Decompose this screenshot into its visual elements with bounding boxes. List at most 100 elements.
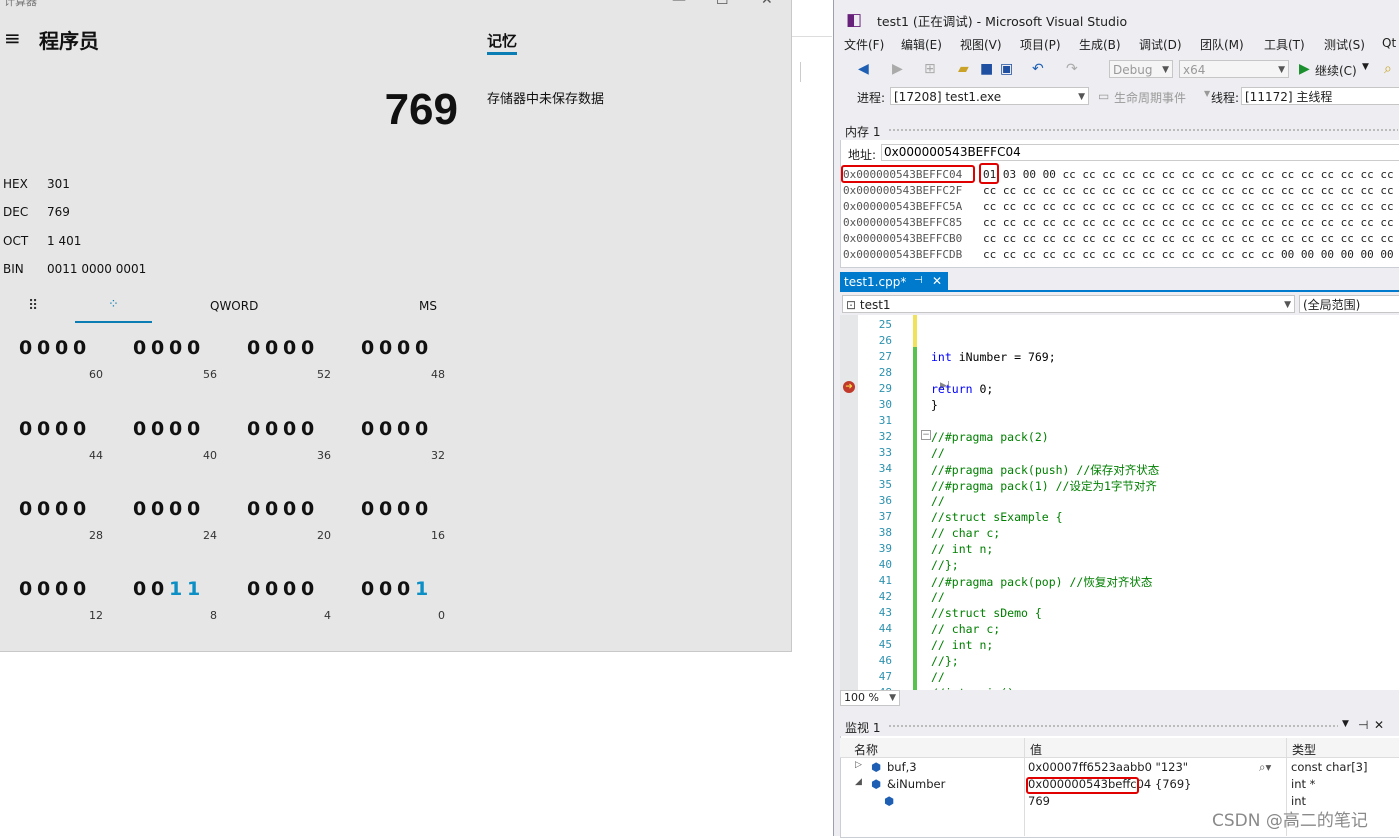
memory-row[interactable]: 0x000000543BEFFC85 cc cc cc cc cc cc cc c… <box>843 216 1394 229</box>
code-line[interactable]: //}; <box>931 654 959 668</box>
bit-toggle[interactable]: 0 <box>361 578 379 600</box>
collapse-icon[interactable]: ◢ <box>855 777 862 787</box>
bit-toggle[interactable]: 0 <box>283 578 301 600</box>
menu-edit[interactable]: 编辑(E) <box>901 36 942 53</box>
bit-toggle[interactable]: 0 <box>361 498 379 520</box>
bit-toggle[interactable]: 0 <box>247 418 265 440</box>
redo-icon[interactable]: ↷ <box>1066 61 1078 77</box>
bit-toggle[interactable]: 0 <box>55 418 73 440</box>
code-line[interactable]: //}; <box>931 558 959 572</box>
solution-config-select[interactable]: Debug ▼ <box>1109 60 1173 78</box>
hamburger-icon[interactable]: ≡ <box>4 28 21 48</box>
code-editor[interactable] <box>840 315 1399 690</box>
code-line[interactable]: // <box>931 446 945 460</box>
bit-toggle[interactable]: 0 <box>283 498 301 520</box>
menu-file[interactable]: 文件(F) <box>844 36 884 53</box>
code-line[interactable]: //#pragma pack(2) <box>931 430 1049 444</box>
code-line[interactable]: //#pragma pack(1) //设定为1字节对齐 <box>931 478 1157 494</box>
bit-toggle[interactable]: 0 <box>361 418 379 440</box>
bit-toggle[interactable]: 0 <box>265 578 283 600</box>
memory-address-input[interactable]: 0x000000543BEFFC04 <box>881 144 1399 161</box>
editor-scope-select[interactable]: (全局范围) <box>1299 295 1399 313</box>
bit-toggle[interactable]: 0 <box>133 337 151 359</box>
code-line[interactable]: // char c; <box>931 526 1000 540</box>
keypad-icon[interactable]: ⠿ <box>28 298 38 314</box>
bit-toggle[interactable]: 0 <box>361 337 379 359</box>
editor-project-nav-select[interactable]: ⊡ test1 ▼ <box>842 295 1295 313</box>
bit-toggle[interactable]: 0 <box>19 578 37 600</box>
forward-icon[interactable]: ▶ <box>892 61 903 77</box>
menu-build[interactable]: 生成(B) <box>1079 36 1121 53</box>
bit-toggle[interactable]: 0 <box>415 337 433 359</box>
watch-row[interactable]: ▷ ⬢ buf,3 0x00007ff6523aabb0 "123" ⌕▾ co… <box>834 760 1399 777</box>
bit-toggle[interactable]: 0 <box>151 578 169 600</box>
chevron-down-icon[interactable]: ▼ <box>1362 62 1369 72</box>
code-line[interactable]: int iNumber = 769; <box>931 350 1056 364</box>
bit-toggle-icon[interactable]: ⁘ <box>108 297 119 312</box>
code-line[interactable]: //struct sDemo { <box>931 606 1042 620</box>
bit-toggle[interactable]: 0 <box>37 337 55 359</box>
bit-toggle[interactable]: 0 <box>169 498 187 520</box>
continue-play-icon[interactable]: ▶ <box>1299 61 1310 77</box>
code-line[interactable]: //struct sExample { <box>931 510 1063 524</box>
bit-toggle[interactable]: 0 <box>247 498 265 520</box>
code-line[interactable]: // <box>931 494 945 508</box>
bit-toggle[interactable]: 0 <box>415 418 433 440</box>
bit-toggle[interactable]: 0 <box>169 418 187 440</box>
bit-toggle[interactable]: 0 <box>301 498 319 520</box>
bit-toggle[interactable]: 0 <box>301 337 319 359</box>
continue-button[interactable]: 继续(C) <box>1315 62 1357 79</box>
bit-toggle[interactable]: 0 <box>151 337 169 359</box>
bit-toggle[interactable]: 0 <box>397 418 415 440</box>
expand-icon[interactable]: ▷ <box>855 760 862 770</box>
radix-dec[interactable]: DEC 769 <box>3 205 163 219</box>
bit-toggle[interactable]: 0 <box>397 498 415 520</box>
code-line[interactable]: // int n; <box>931 542 993 556</box>
bit-toggle[interactable]: 0 <box>133 418 151 440</box>
memory-row[interactable]: 0x000000543BEFFC5A cc cc cc cc cc cc cc c… <box>843 200 1394 213</box>
lifecycle-events-button[interactable]: 生命周期事件 <box>1114 89 1186 106</box>
magnifier-icon[interactable]: ⌕▾ <box>1259 760 1271 775</box>
watch-col-value[interactable]: 值 <box>1030 741 1042 758</box>
code-line[interactable]: //#pragma pack(pop) //恢复对齐状态 <box>931 574 1152 590</box>
menu-qt[interactable]: Qt <box>1382 36 1396 50</box>
menu-debug[interactable]: 调试(D) <box>1139 36 1182 53</box>
bit-toggle[interactable]: 0 <box>37 498 55 520</box>
bit-toggle[interactable]: 0 <box>19 498 37 520</box>
bit-toggle[interactable]: 0 <box>397 337 415 359</box>
collapse-icon[interactable]: − <box>921 430 931 440</box>
bit-toggle[interactable]: 0 <box>37 578 55 600</box>
bit-toggle[interactable]: 0 <box>265 498 283 520</box>
memory-row[interactable]: 0x000000543BEFFC2F cc cc cc cc cc cc cc c… <box>843 184 1394 197</box>
bit-toggle[interactable]: 0 <box>283 418 301 440</box>
bit-toggle[interactable]: 0 <box>187 418 205 440</box>
solution-platform-select[interactable]: x64 ▼ <box>1179 60 1289 78</box>
maximize-button[interactable]: ☐ <box>716 0 729 8</box>
bit-toggle[interactable]: 0 <box>73 578 91 600</box>
code-line[interactable]: return 0; <box>931 382 993 396</box>
save-all-icon[interactable]: ▣ <box>1000 61 1013 77</box>
bit-toggle[interactable]: 0 <box>379 498 397 520</box>
bit-toggle[interactable]: 0 <box>19 418 37 440</box>
bit-toggle[interactable]: 0 <box>187 337 205 359</box>
bit-toggle[interactable]: 0 <box>133 578 151 600</box>
menu-project[interactable]: 项目(P) <box>1020 36 1061 53</box>
bit-toggle[interactable]: 0 <box>379 418 397 440</box>
new-project-icon[interactable]: ⊞ <box>924 61 936 77</box>
bit-toggle[interactable]: 0 <box>187 498 205 520</box>
radix-oct[interactable]: OCT 1 401 <box>3 234 163 248</box>
bit-toggle[interactable]: 0 <box>379 337 397 359</box>
bit-toggle[interactable]: 0 <box>55 498 73 520</box>
bit-toggle[interactable]: 0 <box>301 418 319 440</box>
code-line[interactable]: // char c; <box>931 622 1000 636</box>
undo-icon[interactable]: ↶ <box>1032 61 1044 77</box>
menu-tools[interactable]: 工具(T) <box>1264 36 1305 53</box>
bit-toggle[interactable]: 0 <box>151 498 169 520</box>
close-icon[interactable]: ✕ <box>1374 718 1384 732</box>
watch-col-name[interactable]: 名称 <box>854 741 878 758</box>
pin-icon[interactable]: ⊣ <box>914 275 923 286</box>
code-line[interactable]: } <box>931 398 938 412</box>
bit-toggle[interactable]: 0 <box>247 578 265 600</box>
bit-toggle[interactable]: 0 <box>55 578 73 600</box>
watch-col-type[interactable]: 类型 <box>1292 741 1316 758</box>
